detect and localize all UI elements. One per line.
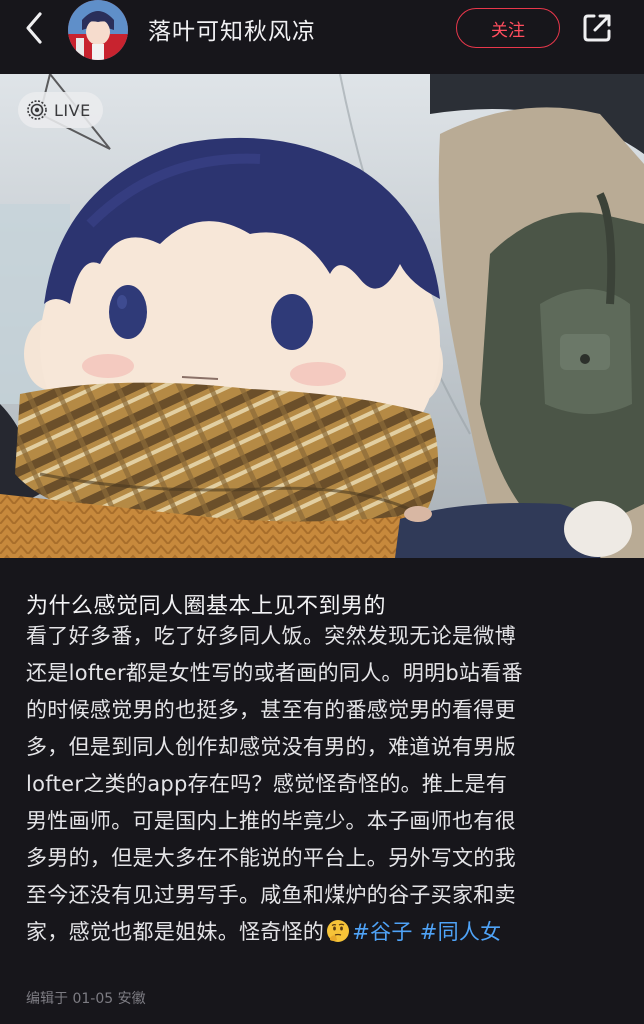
post-body-line: 至今还没有见过男写手。咸鱼和煤炉的谷子买家和卖: [26, 883, 516, 907]
post-body-line: 家，感觉也都是姐妹。怪奇怪的: [26, 920, 325, 944]
share-icon: [583, 14, 611, 42]
post-body-line: 男性画师。可是国内上推的毕竟少。本子画师也有很: [26, 809, 516, 833]
post-body-line: lofter之类的app存在吗？感觉怪奇怪的。推上是有: [26, 772, 508, 796]
hashtag-guzi[interactable]: #谷子: [352, 920, 413, 944]
username[interactable]: 落叶可知秋风凉: [148, 12, 316, 46]
hashtag-tongrennv[interactable]: #同人女: [420, 920, 502, 944]
live-photo-icon: [27, 100, 47, 120]
post-title: 为什么感觉同人圈基本上见不到男的: [26, 594, 387, 619]
chevron-left-icon: [26, 12, 42, 44]
follow-button[interactable]: 关注: [456, 8, 560, 48]
avatar[interactable]: [68, 0, 128, 60]
thinking-face-emoji: [327, 920, 350, 942]
top-bar: 落叶可知秋风凉 关注: [0, 0, 644, 74]
plush-photo-illustration: [0, 74, 644, 558]
share-button[interactable]: [578, 9, 616, 47]
post-body-line: 看了好多番，吃了好多同人饭。突然发现无论是微博: [26, 624, 516, 648]
edit-meta: 编辑于 01-05 安徽: [26, 991, 146, 1007]
back-button[interactable]: [16, 10, 52, 46]
post-body-line: 多，但是到同人创作却感觉没有男的，难道说有男版: [26, 735, 516, 759]
post-body-line: 多男的，但是大多在不能说的平台上。另外写文的我: [26, 846, 516, 870]
post-body-line: 还是lofter都是女性写的或者画的同人。明明b站看番: [26, 661, 523, 685]
live-label: LIVE: [54, 100, 91, 120]
avatar-image: [68, 0, 128, 60]
post-photo[interactable]: LIVE: [0, 74, 644, 558]
post-body-line: 的时候感觉男的也挺多，甚至有的番感觉男的看得更: [26, 698, 516, 722]
post-body-last-line: 家，感觉也都是姐妹。怪奇怪的 #谷子 #同人女: [26, 916, 501, 946]
live-photo-badge[interactable]: LIVE: [18, 92, 103, 128]
